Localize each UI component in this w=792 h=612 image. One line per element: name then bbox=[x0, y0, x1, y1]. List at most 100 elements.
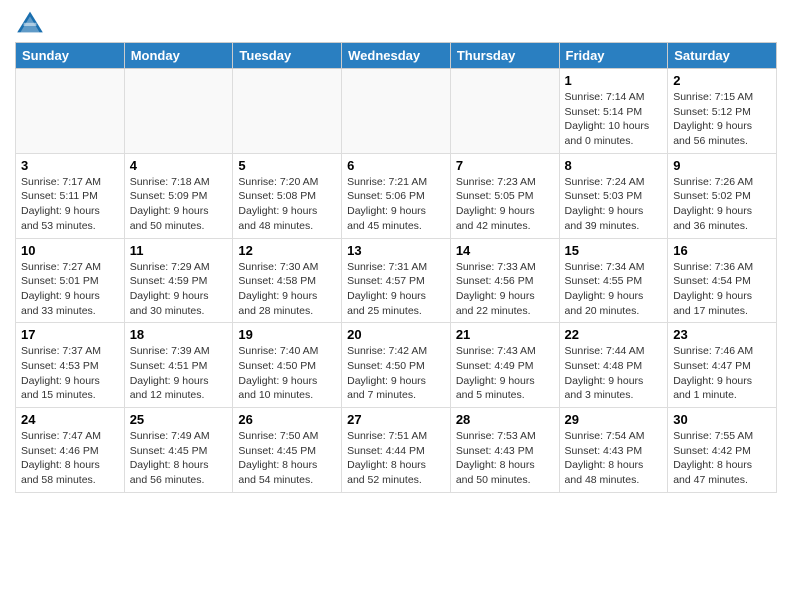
calendar-cell: 10 Sunrise: 7:27 AM Sunset: 5:01 PM Dayli… bbox=[16, 238, 125, 323]
day-number: 30 bbox=[673, 412, 771, 427]
day-info: Sunrise: 7:40 AM Sunset: 4:50 PM Dayligh… bbox=[238, 344, 336, 403]
day-number: 3 bbox=[21, 158, 119, 173]
week-row-4: 24 Sunrise: 7:47 AM Sunset: 4:46 PM Dayli… bbox=[16, 408, 777, 493]
day-info: Sunrise: 7:39 AM Sunset: 4:51 PM Dayligh… bbox=[130, 344, 228, 403]
calendar-cell: 21Sunrise: 7:43 AM Sunset: 4:49 PM Dayli… bbox=[450, 323, 559, 408]
day-info: Sunrise: 7:23 AM Sunset: 5:05 PM Dayligh… bbox=[456, 175, 554, 234]
day-info: Sunrise: 7:46 AM Sunset: 4:47 PM Dayligh… bbox=[673, 344, 771, 403]
day-info: Sunrise: 7:44 AM Sunset: 4:48 PM Dayligh… bbox=[565, 344, 663, 403]
calendar-cell: 25 Sunrise: 7:49 AM Sunset: 4:45 PM Dayli… bbox=[124, 408, 233, 493]
day-number: 23 bbox=[673, 327, 771, 342]
day-number: 9 bbox=[673, 158, 771, 173]
day-info: Sunrise: 7:51 AM Sunset: 4:44 PM Dayligh… bbox=[347, 429, 445, 488]
day-info: Sunrise: 7:37 AM Sunset: 4:53 PM Dayligh… bbox=[21, 344, 119, 403]
calendar-cell bbox=[16, 69, 125, 154]
day-number: 2 bbox=[673, 73, 771, 88]
day-number: 19 bbox=[238, 327, 336, 342]
logo bbox=[15, 10, 47, 34]
calendar-cell bbox=[124, 69, 233, 154]
calendar-cell bbox=[342, 69, 451, 154]
day-info: Sunrise: 7:49 AM Sunset: 4:45 PM Dayligh… bbox=[130, 429, 228, 488]
day-info: Sunrise: 7:29 AM Sunset: 4:59 PM Dayligh… bbox=[130, 260, 228, 319]
logo-icon bbox=[15, 10, 45, 34]
calendar-header-row: SundayMondayTuesdayWednesdayThursdayFrid… bbox=[16, 43, 777, 69]
calendar-cell: 11 Sunrise: 7:29 AM Sunset: 4:59 PM Dayli… bbox=[124, 238, 233, 323]
calendar-cell: 18 Sunrise: 7:39 AM Sunset: 4:51 PM Dayli… bbox=[124, 323, 233, 408]
day-number: 16 bbox=[673, 243, 771, 258]
day-number: 15 bbox=[565, 243, 663, 258]
day-info: Sunrise: 7:21 AM Sunset: 5:06 PM Dayligh… bbox=[347, 175, 445, 234]
day-info: Sunrise: 7:15 AM Sunset: 5:12 PM Dayligh… bbox=[673, 90, 771, 149]
calendar-cell: 13 Sunrise: 7:31 AM Sunset: 4:57 PM Dayli… bbox=[342, 238, 451, 323]
calendar-cell: 30 Sunrise: 7:55 AM Sunset: 4:42 PM Dayli… bbox=[668, 408, 777, 493]
calendar-cell: 15 Sunrise: 7:34 AM Sunset: 4:55 PM Dayli… bbox=[559, 238, 668, 323]
calendar-cell: 29Sunrise: 7:54 AM Sunset: 4:43 PM Dayli… bbox=[559, 408, 668, 493]
calendar-cell: 28 Sunrise: 7:53 AM Sunset: 4:43 PM Dayli… bbox=[450, 408, 559, 493]
day-info: Sunrise: 7:31 AM Sunset: 4:57 PM Dayligh… bbox=[347, 260, 445, 319]
day-number: 22 bbox=[565, 327, 663, 342]
day-number: 6 bbox=[347, 158, 445, 173]
col-header-wednesday: Wednesday bbox=[342, 43, 451, 69]
calendar-cell: 3 Sunrise: 7:17 AM Sunset: 5:11 PM Daylig… bbox=[16, 153, 125, 238]
day-number: 25 bbox=[130, 412, 228, 427]
day-info: Sunrise: 7:18 AM Sunset: 5:09 PM Dayligh… bbox=[130, 175, 228, 234]
page-header bbox=[15, 10, 777, 34]
day-info: Sunrise: 7:26 AM Sunset: 5:02 PM Dayligh… bbox=[673, 175, 771, 234]
day-info: Sunrise: 7:34 AM Sunset: 4:55 PM Dayligh… bbox=[565, 260, 663, 319]
week-row-1: 3 Sunrise: 7:17 AM Sunset: 5:11 PM Daylig… bbox=[16, 153, 777, 238]
day-info: Sunrise: 7:54 AM Sunset: 4:43 PM Dayligh… bbox=[565, 429, 663, 488]
day-number: 8 bbox=[565, 158, 663, 173]
calendar-cell: 24 Sunrise: 7:47 AM Sunset: 4:46 PM Dayli… bbox=[16, 408, 125, 493]
day-number: 27 bbox=[347, 412, 445, 427]
day-info: Sunrise: 7:47 AM Sunset: 4:46 PM Dayligh… bbox=[21, 429, 119, 488]
day-info: Sunrise: 7:20 AM Sunset: 5:08 PM Dayligh… bbox=[238, 175, 336, 234]
day-number: 10 bbox=[21, 243, 119, 258]
day-info: Sunrise: 7:14 AM Sunset: 5:14 PM Dayligh… bbox=[565, 90, 663, 149]
day-info: Sunrise: 7:27 AM Sunset: 5:01 PM Dayligh… bbox=[21, 260, 119, 319]
week-row-0: 1 Sunrise: 7:14 AM Sunset: 5:14 PM Daylig… bbox=[16, 69, 777, 154]
day-number: 12 bbox=[238, 243, 336, 258]
col-header-sunday: Sunday bbox=[16, 43, 125, 69]
day-number: 5 bbox=[238, 158, 336, 173]
calendar-cell: 5 Sunrise: 7:20 AM Sunset: 5:08 PM Daylig… bbox=[233, 153, 342, 238]
col-header-saturday: Saturday bbox=[668, 43, 777, 69]
week-row-3: 17Sunrise: 7:37 AM Sunset: 4:53 PM Dayli… bbox=[16, 323, 777, 408]
calendar-cell bbox=[233, 69, 342, 154]
day-info: Sunrise: 7:33 AM Sunset: 4:56 PM Dayligh… bbox=[456, 260, 554, 319]
day-info: Sunrise: 7:36 AM Sunset: 4:54 PM Dayligh… bbox=[673, 260, 771, 319]
day-info: Sunrise: 7:53 AM Sunset: 4:43 PM Dayligh… bbox=[456, 429, 554, 488]
day-number: 11 bbox=[130, 243, 228, 258]
day-number: 1 bbox=[565, 73, 663, 88]
calendar-cell: 17Sunrise: 7:37 AM Sunset: 4:53 PM Dayli… bbox=[16, 323, 125, 408]
day-number: 14 bbox=[456, 243, 554, 258]
calendar-cell bbox=[450, 69, 559, 154]
calendar-cell: 9 Sunrise: 7:26 AM Sunset: 5:02 PM Daylig… bbox=[668, 153, 777, 238]
calendar-cell: 12 Sunrise: 7:30 AM Sunset: 4:58 PM Dayli… bbox=[233, 238, 342, 323]
day-info: Sunrise: 7:30 AM Sunset: 4:58 PM Dayligh… bbox=[238, 260, 336, 319]
calendar-cell: 23 Sunrise: 7:46 AM Sunset: 4:47 PM Dayli… bbox=[668, 323, 777, 408]
col-header-tuesday: Tuesday bbox=[233, 43, 342, 69]
calendar-cell: 19 Sunrise: 7:40 AM Sunset: 4:50 PM Dayli… bbox=[233, 323, 342, 408]
col-header-monday: Monday bbox=[124, 43, 233, 69]
day-info: Sunrise: 7:42 AM Sunset: 4:50 PM Dayligh… bbox=[347, 344, 445, 403]
day-number: 20 bbox=[347, 327, 445, 342]
calendar-cell: 4Sunrise: 7:18 AM Sunset: 5:09 PM Daylig… bbox=[124, 153, 233, 238]
day-info: Sunrise: 7:55 AM Sunset: 4:42 PM Dayligh… bbox=[673, 429, 771, 488]
day-number: 18 bbox=[130, 327, 228, 342]
calendar-cell: 27 Sunrise: 7:51 AM Sunset: 4:44 PM Dayli… bbox=[342, 408, 451, 493]
day-info: Sunrise: 7:43 AM Sunset: 4:49 PM Dayligh… bbox=[456, 344, 554, 403]
week-row-2: 10 Sunrise: 7:27 AM Sunset: 5:01 PM Dayli… bbox=[16, 238, 777, 323]
day-info: Sunrise: 7:17 AM Sunset: 5:11 PM Dayligh… bbox=[21, 175, 119, 234]
calendar-table: SundayMondayTuesdayWednesdayThursdayFrid… bbox=[15, 42, 777, 493]
calendar-cell: 2 Sunrise: 7:15 AM Sunset: 5:12 PM Daylig… bbox=[668, 69, 777, 154]
day-number: 7 bbox=[456, 158, 554, 173]
calendar-cell: 7 Sunrise: 7:23 AM Sunset: 5:05 PM Daylig… bbox=[450, 153, 559, 238]
day-number: 24 bbox=[21, 412, 119, 427]
calendar-cell: 22 Sunrise: 7:44 AM Sunset: 4:48 PM Dayli… bbox=[559, 323, 668, 408]
day-number: 28 bbox=[456, 412, 554, 427]
day-info: Sunrise: 7:50 AM Sunset: 4:45 PM Dayligh… bbox=[238, 429, 336, 488]
calendar-cell: 20 Sunrise: 7:42 AM Sunset: 4:50 PM Dayli… bbox=[342, 323, 451, 408]
day-number: 13 bbox=[347, 243, 445, 258]
day-info: Sunrise: 7:24 AM Sunset: 5:03 PM Dayligh… bbox=[565, 175, 663, 234]
calendar-cell: 6 Sunrise: 7:21 AM Sunset: 5:06 PM Daylig… bbox=[342, 153, 451, 238]
